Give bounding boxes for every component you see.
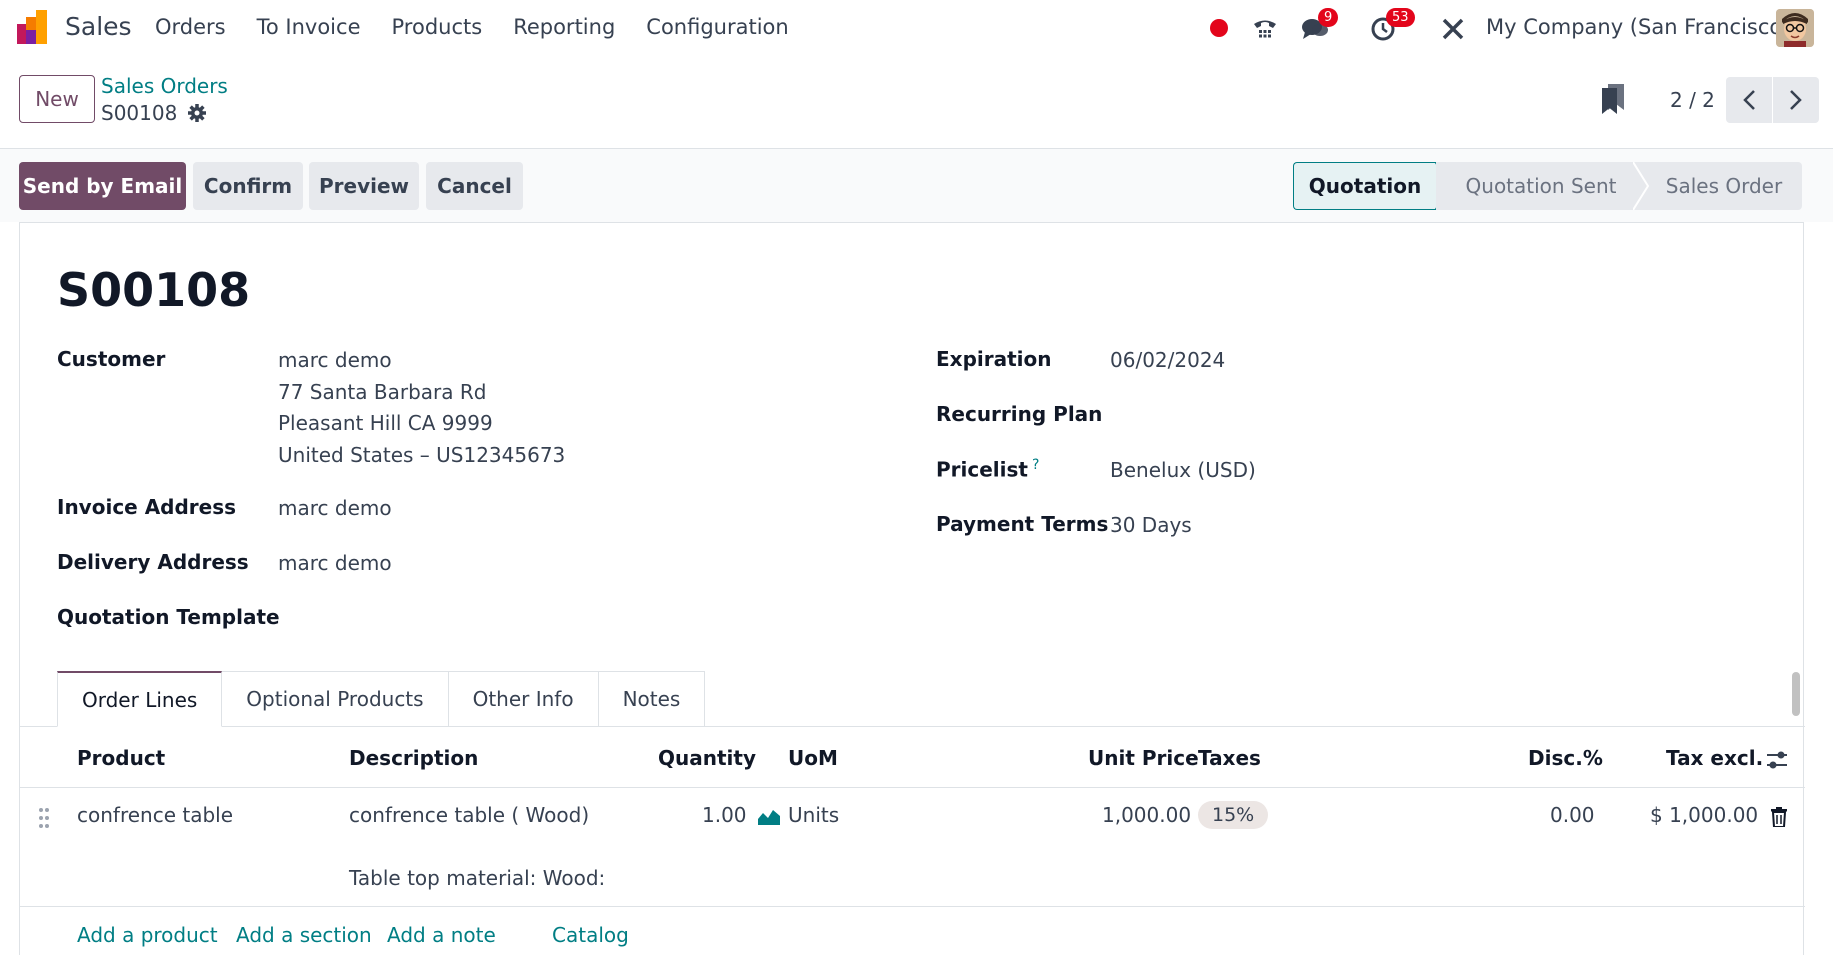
action-bar: Send by Email Confirm Preview Cancel Quo… bbox=[0, 149, 1833, 222]
row-product[interactable]: confrence table bbox=[77, 803, 233, 827]
breadcrumb-current: S00108 bbox=[101, 101, 207, 125]
catalog-link[interactable]: Catalog bbox=[552, 923, 629, 947]
preview-button[interactable]: Preview bbox=[309, 162, 419, 210]
column-tax-excl[interactable]: Tax excl. bbox=[1666, 746, 1763, 770]
stage-quotation-sent-label: Quotation Sent bbox=[1465, 174, 1617, 198]
activities-badge: 53 bbox=[1386, 8, 1415, 27]
row-quantity[interactable]: 1.00 bbox=[702, 803, 747, 827]
customer-label: Customer bbox=[57, 347, 166, 371]
stage-sales-order[interactable]: Sales Order bbox=[1634, 162, 1802, 210]
add-product-link[interactable]: Add a product bbox=[77, 923, 218, 947]
column-product[interactable]: Product bbox=[77, 746, 165, 770]
payment-terms-label: Payment Terms bbox=[936, 512, 1109, 536]
expiration-label: Expiration bbox=[936, 347, 1052, 371]
tab-notes[interactable]: Notes bbox=[598, 671, 706, 727]
row-uom[interactable]: Units bbox=[788, 803, 839, 827]
drag-handle-icon[interactable] bbox=[38, 807, 50, 829]
column-settings-icon[interactable] bbox=[1765, 749, 1789, 771]
status-bar: Quotation Quotation Sent Sales Order bbox=[1293, 162, 1802, 210]
cancel-button[interactable]: Cancel bbox=[426, 162, 523, 210]
stage-sales-order-label: Sales Order bbox=[1665, 174, 1783, 198]
row-divider bbox=[20, 906, 1805, 907]
notebook-tabs: Order Lines Optional Products Other Info… bbox=[57, 671, 706, 727]
row-description-extra[interactable]: Table top material: Wood: bbox=[349, 866, 605, 890]
customer-address-line1: 77 Santa Barbara Rd bbox=[278, 380, 487, 404]
tab-order-lines[interactable]: Order Lines bbox=[57, 671, 223, 727]
breadcrumb-sales-orders[interactable]: Sales Orders bbox=[101, 74, 228, 98]
scrollbar-thumb[interactable] bbox=[1792, 672, 1800, 716]
user-avatar[interactable] bbox=[1776, 9, 1814, 47]
quotation-template-label: Quotation Template bbox=[57, 605, 280, 629]
row-description[interactable]: confrence table ( Wood) bbox=[349, 803, 589, 827]
chevron-right-icon bbox=[1790, 90, 1802, 110]
pricelist-label: Pricelist? bbox=[936, 457, 1039, 482]
chevron-left-icon bbox=[1743, 90, 1755, 110]
new-button[interactable]: New bbox=[19, 75, 95, 123]
stage-quotation-label: Quotation bbox=[1308, 174, 1422, 198]
pricelist-help-icon[interactable]: ? bbox=[1032, 457, 1039, 473]
row-unit-price[interactable]: 1,000.00 bbox=[1102, 803, 1191, 827]
menu-products[interactable]: Products bbox=[392, 15, 483, 39]
top-navbar: Sales Orders To Invoice Products Reporti… bbox=[0, 0, 1833, 56]
payment-terms-field[interactable]: 30 Days bbox=[1110, 513, 1192, 537]
recurring-plan-label: Recurring Plan bbox=[936, 402, 1103, 426]
recording-indicator[interactable] bbox=[1210, 19, 1228, 37]
delivery-address-label: Delivery Address bbox=[57, 550, 249, 574]
stage-quotation[interactable]: Quotation bbox=[1293, 162, 1451, 210]
gear-icon[interactable] bbox=[187, 103, 207, 123]
customer-field[interactable]: marc demo bbox=[278, 348, 392, 372]
column-taxes[interactable]: Taxes bbox=[1198, 746, 1261, 770]
column-uom[interactable]: UoM bbox=[788, 746, 838, 770]
tab-other-info[interactable]: Other Info bbox=[448, 671, 599, 727]
company-switcher[interactable]: My Company (San Francisco) bbox=[1486, 15, 1790, 39]
column-description[interactable]: Description bbox=[349, 746, 478, 770]
menu-reporting[interactable]: Reporting bbox=[513, 15, 615, 39]
stage-quotation-sent[interactable]: Quotation Sent bbox=[1436, 162, 1649, 210]
control-panel: New Sales Orders S00108 2 / 2 bbox=[0, 56, 1833, 149]
menu-configuration[interactable]: Configuration bbox=[646, 15, 788, 39]
tab-optional-products[interactable]: Optional Products bbox=[222, 671, 449, 727]
column-unit-price[interactable]: Unit Price bbox=[1088, 746, 1199, 770]
header-divider bbox=[20, 787, 1805, 788]
customer-address-line3: United States – US12345673 bbox=[278, 443, 566, 467]
row-discount[interactable]: 0.00 bbox=[1550, 803, 1595, 827]
row-tax-badge[interactable]: 15% bbox=[1198, 801, 1269, 829]
send-by-email-button[interactable]: Send by Email bbox=[19, 162, 186, 210]
add-section-link[interactable]: Add a section bbox=[236, 923, 372, 947]
app-name[interactable]: Sales bbox=[65, 12, 132, 41]
activities-clock-icon[interactable]: 53 bbox=[1368, 8, 1415, 44]
form-sheet: S00108 Customer marc demo 77 Santa Barba… bbox=[19, 222, 1805, 955]
menu-to-invoice[interactable]: To Invoice bbox=[257, 15, 361, 39]
trash-icon[interactable] bbox=[1771, 807, 1787, 827]
bookmark-icon[interactable] bbox=[1602, 84, 1624, 114]
expiration-field[interactable]: 06/02/2024 bbox=[1110, 348, 1225, 372]
menu-orders[interactable]: Orders bbox=[155, 15, 226, 39]
column-discount[interactable]: Disc.% bbox=[1528, 746, 1603, 770]
phone-icon[interactable] bbox=[1250, 14, 1280, 44]
invoice-address-field[interactable]: marc demo bbox=[278, 496, 392, 520]
pager-next-button[interactable] bbox=[1773, 77, 1819, 123]
add-note-link[interactable]: Add a note bbox=[387, 923, 496, 947]
messages-icon[interactable]: 9 bbox=[1300, 8, 1339, 44]
sales-app-icon[interactable] bbox=[17, 10, 53, 44]
pager-value[interactable]: 2 / 2 bbox=[1670, 88, 1715, 112]
confirm-button[interactable]: Confirm bbox=[193, 162, 303, 210]
messages-badge: 9 bbox=[1318, 8, 1339, 27]
pricelist-field[interactable]: Benelux (USD) bbox=[1110, 458, 1256, 482]
recurring-plan-field[interactable] bbox=[1110, 403, 1710, 429]
main-menu: Orders To Invoice Products Reporting Con… bbox=[155, 15, 820, 39]
pricelist-label-text: Pricelist bbox=[936, 457, 1028, 482]
delivery-address-field[interactable]: marc demo bbox=[278, 551, 392, 575]
breadcrumb-current-label: S00108 bbox=[101, 101, 178, 125]
column-quantity[interactable]: Quantity bbox=[658, 746, 756, 770]
debug-tools-icon[interactable] bbox=[1438, 14, 1468, 44]
row-subtotal: $ 1,000.00 bbox=[1650, 803, 1759, 827]
pager-previous-button[interactable] bbox=[1726, 77, 1772, 123]
forecast-chart-icon[interactable] bbox=[758, 807, 780, 825]
invoice-address-label: Invoice Address bbox=[57, 495, 237, 519]
quotation-template-field[interactable] bbox=[278, 606, 858, 632]
record-title: S00108 bbox=[57, 263, 251, 317]
customer-address-line2: Pleasant Hill CA 9999 bbox=[278, 411, 493, 435]
